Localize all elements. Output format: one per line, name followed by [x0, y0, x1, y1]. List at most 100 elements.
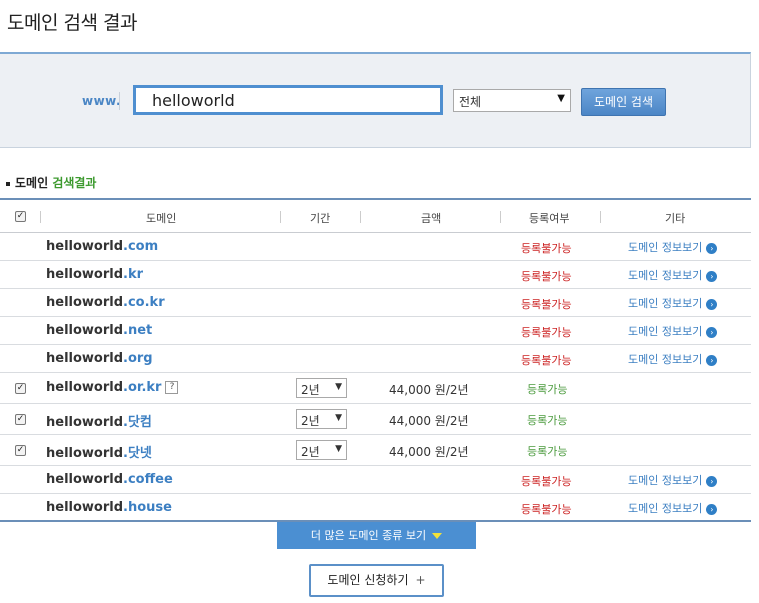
scope-select[interactable]: 전체 ▼	[453, 89, 571, 112]
domain-base: helloworld	[46, 323, 124, 338]
table-row: helloworld.net 등록불가능 도메인 정보보기 ›	[0, 317, 751, 345]
triangle-down-icon	[432, 533, 443, 539]
status-unavailable: 등록불가능	[521, 503, 572, 516]
arrow-circle-icon: ›	[706, 326, 718, 338]
status-unavailable: 등록불가능	[521, 475, 572, 488]
domain-name: helloworld.닷넷	[46, 442, 152, 461]
status-available: 등록가능	[527, 445, 568, 458]
table-header: ✓ 도메인 기간 금액 등록여부 기타	[0, 200, 751, 233]
domain-tld: .or.kr	[123, 380, 162, 395]
domain-info-link[interactable]: 도메인 정보보기 ›	[628, 351, 718, 367]
status-unavailable: 등록불가능	[521, 354, 572, 367]
price: 44,000 원/2년	[389, 445, 469, 459]
table-row: helloworld.co.kr 등록불가능 도메인 정보보기 ›	[0, 289, 751, 317]
arrow-circle-icon: ›	[706, 270, 718, 282]
domain-info-label: 도메인 정보보기	[628, 502, 703, 515]
arrow-circle-icon: ›	[706, 354, 718, 366]
period-select[interactable]: 2년 ▼	[296, 409, 347, 429]
table-row: helloworld.org 등록불가능 도메인 정보보기 ›	[0, 345, 751, 373]
domain-base: helloworld	[46, 239, 124, 254]
more-domains-label: 더 많은 도메인 종류 보기	[310, 529, 427, 542]
arrow-circle-icon: ›	[706, 298, 718, 310]
domain-tld: .org	[123, 351, 153, 366]
domain-tld: .닷넷	[123, 446, 152, 461]
period-value: 2년	[301, 414, 320, 428]
price: 44,000 원/2년	[389, 383, 469, 397]
domain-info-label: 도메인 정보보기	[628, 269, 703, 282]
domain-info-link[interactable]: 도메인 정보보기 ›	[628, 267, 718, 283]
apply-domain-label: 도메인 신청하기	[327, 573, 409, 587]
arrow-circle-icon: ›	[706, 503, 718, 515]
select-all-checkbox[interactable]: ✓	[15, 211, 26, 222]
table-row: ✓ helloworld.닷컴 2년 ▼ 44,000 원/2년 등록가능	[0, 404, 751, 435]
domain-name: helloworld.or.kr?	[46, 380, 179, 395]
column-header-period: 기간	[310, 212, 331, 225]
status-unavailable: 등록불가능	[521, 242, 572, 255]
table-row: helloworld.house 등록불가능 도메인 정보보기 ›	[0, 494, 751, 522]
chevron-down-icon: ▼	[335, 382, 342, 392]
domain-info-label: 도메인 정보보기	[628, 241, 703, 254]
domain-name: helloworld.org	[46, 351, 153, 366]
domain-info-link[interactable]: 도메인 정보보기 ›	[628, 239, 718, 255]
status-unavailable: 등록불가능	[521, 326, 572, 339]
bullet-icon	[6, 181, 10, 186]
table-row: helloworld.coffee 등록불가능 도메인 정보보기 ›	[0, 466, 751, 494]
divider	[119, 92, 120, 110]
domain-info-link[interactable]: 도메인 정보보기 ›	[628, 500, 718, 516]
plus-icon: +	[415, 573, 426, 587]
domain-name: helloworld.닷컴	[46, 411, 152, 430]
help-icon[interactable]: ?	[165, 381, 179, 394]
chevron-down-icon: ▼	[335, 444, 342, 454]
divider	[280, 211, 281, 223]
divider	[40, 211, 41, 223]
domain-base: helloworld	[46, 380, 124, 395]
domain-info-label: 도메인 정보보기	[628, 325, 703, 338]
apply-domain-button[interactable]: 도메인 신청하기 +	[309, 564, 444, 597]
chevron-down-icon: ▼	[557, 93, 565, 104]
domain-info-link[interactable]: 도메인 정보보기 ›	[628, 472, 718, 488]
domain-checkbox[interactable]: ✓	[15, 414, 26, 425]
divider	[600, 211, 601, 223]
period-select[interactable]: 2년 ▼	[296, 440, 347, 460]
domain-info-label: 도메인 정보보기	[628, 474, 703, 487]
domain-name: helloworld.co.kr	[46, 295, 165, 310]
table-row: ✓ helloworld.닷넷 2년 ▼ 44,000 원/2년 등록가능	[0, 435, 751, 466]
status-unavailable: 등록불가능	[521, 298, 572, 311]
domain-info-link[interactable]: 도메인 정보보기 ›	[628, 323, 718, 339]
column-header-etc: 기타	[665, 212, 686, 225]
domain-name: helloworld.kr	[46, 267, 143, 282]
domain-name: helloworld.net	[46, 323, 152, 338]
domain-info-link[interactable]: 도메인 정보보기 ›	[628, 295, 718, 311]
more-domains-button[interactable]: 더 많은 도메인 종류 보기	[277, 522, 476, 549]
period-select[interactable]: 2년 ▼	[296, 378, 347, 398]
table-row: helloworld.com 등록불가능 도메인 정보보기 ›	[0, 233, 751, 261]
domain-tld: .co.kr	[123, 295, 165, 310]
domain-checkbox[interactable]: ✓	[15, 445, 26, 456]
section-title: 도메인 검색결과	[6, 174, 96, 191]
domain-base: helloworld	[46, 446, 124, 461]
column-header-price: 금액	[421, 212, 442, 225]
domain-tld: .닷컴	[123, 415, 152, 430]
section-title-label: 도메인	[15, 176, 49, 190]
domain-checkbox[interactable]: ✓	[15, 383, 26, 394]
domain-search-button[interactable]: 도메인 검색	[581, 88, 666, 116]
page-title: 도메인 검색 결과	[7, 12, 137, 34]
domain-base: helloworld	[46, 267, 124, 282]
column-header-domain: 도메인	[146, 212, 177, 225]
divider	[500, 211, 501, 223]
divider	[360, 211, 361, 223]
price: 44,000 원/2년	[389, 414, 469, 428]
results-table: ✓ 도메인 기간 금액 등록여부 기타 helloworld.com 등록불가능…	[0, 198, 751, 522]
arrow-circle-icon: ›	[706, 475, 718, 487]
www-prefix: www.	[82, 94, 122, 108]
domain-name: helloworld.house	[46, 500, 172, 515]
domain-search-input[interactable]	[133, 85, 443, 115]
domain-base: helloworld	[46, 351, 124, 366]
section-title-highlight: 검색결과	[52, 176, 97, 190]
domain-tld: .house	[123, 500, 172, 515]
domain-tld: .coffee	[123, 472, 173, 487]
table-row: ✓ helloworld.or.kr? 2년 ▼ 44,000 원/2년 등록가능	[0, 373, 751, 404]
domain-base: helloworld	[46, 500, 124, 515]
search-panel: www. 전체 ▼ 도메인 검색	[0, 52, 751, 148]
domain-tld: .kr	[123, 267, 144, 282]
